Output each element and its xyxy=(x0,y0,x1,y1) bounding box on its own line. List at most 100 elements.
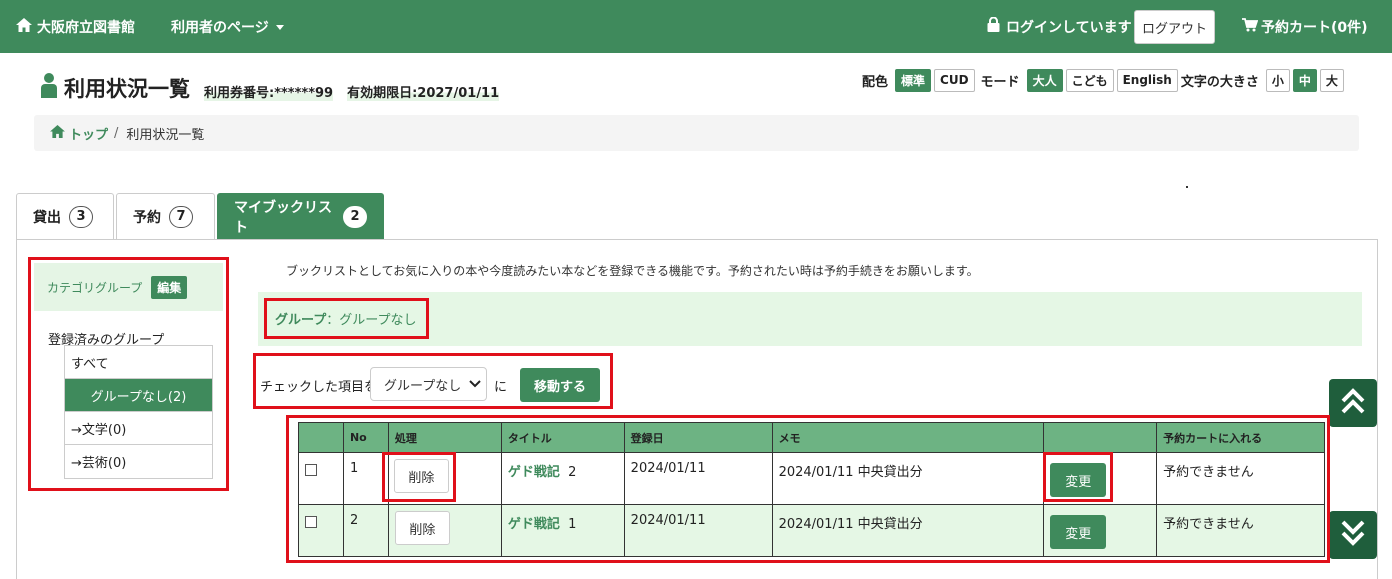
move-button[interactable]: 移動する xyxy=(520,368,600,402)
color-scheme-label: 配色 xyxy=(862,74,889,90)
row-date: 2024/01/11 xyxy=(623,452,773,505)
category-group-header: カテゴリグループ 編集 xyxy=(34,263,223,311)
row-checkbox-cell xyxy=(298,504,344,557)
brand-name: 大阪府立図書館 xyxy=(37,19,135,36)
mode-kids-button[interactable]: こども xyxy=(1065,68,1114,92)
login-status: ログインしています xyxy=(987,0,1132,53)
row-change-cell: 変更 xyxy=(1043,504,1158,557)
group-value: ：グループなし xyxy=(326,313,417,328)
book-title-link[interactable]: ゲド戦記 xyxy=(508,465,560,480)
tab-loans[interactable]: 貸出 3 xyxy=(16,193,114,239)
group-list: すべて グループなし(2) →文学(0) →芸術(0) xyxy=(64,345,213,479)
row-cart-status: 予約できません xyxy=(1156,452,1325,505)
double-chevron-down-icon xyxy=(1340,519,1366,551)
tab-reservations-label: 予約 xyxy=(133,209,161,226)
caret-down-icon xyxy=(275,25,284,30)
header-memo: メモ xyxy=(771,422,1045,453)
row-no: 2 xyxy=(342,504,389,557)
group-item-all[interactable]: すべて xyxy=(65,346,212,379)
color-standard-button[interactable]: 標準 xyxy=(895,68,932,92)
target-group-select[interactable]: グループなし xyxy=(370,367,487,401)
tab-reservations-count: 7 xyxy=(169,205,193,228)
book-volume: 1 xyxy=(568,517,577,532)
header-date: 登録日 xyxy=(623,422,773,453)
tab-reservations[interactable]: 予約 7 xyxy=(116,193,215,239)
header-cart: 予約カートに入れる xyxy=(1156,422,1325,453)
breadcrumb-home-link[interactable]: トップ xyxy=(50,124,108,143)
breadcrumb: トップ / 利用状況一覧 xyxy=(34,115,1359,151)
breadcrumb-current: 利用状況一覧 xyxy=(126,127,205,143)
home-icon xyxy=(16,17,37,36)
category-group-heading: カテゴリグループ xyxy=(47,280,143,295)
home-icon xyxy=(50,124,69,142)
group-item-none[interactable]: グループなし(2) xyxy=(65,379,212,412)
user-menu-label: 利用者のページ xyxy=(171,19,269,36)
row-title-cell: ゲド戦記 2 xyxy=(500,452,625,505)
chevron-down-icon xyxy=(461,377,481,392)
font-size-medium-button[interactable]: 中 xyxy=(1292,68,1317,92)
user-menu-dropdown[interactable]: 利用者のページ xyxy=(171,0,284,53)
header-checkbox xyxy=(298,422,344,453)
move-items-form: チェックした項目を グループなし に 移動する xyxy=(253,353,613,409)
tab-loans-count: 3 xyxy=(69,205,93,228)
current-group: グループ ：グループなし xyxy=(264,298,429,339)
row-cart-status: 予約できません xyxy=(1156,504,1325,557)
row-checkbox[interactable] xyxy=(305,464,317,476)
row-title-cell: ゲド戦記 1 xyxy=(500,504,625,557)
edit-group-button[interactable]: 編集 xyxy=(151,275,188,299)
group-item-art[interactable]: →芸術(0) xyxy=(65,445,212,478)
breadcrumb-home-label: トップ xyxy=(69,127,109,143)
page-header: 利用状況一覧 利用券番号:******99 有効期限日:2027/01/11 xyxy=(40,72,500,103)
header-title: タイトル xyxy=(500,422,625,453)
font-size-small-button[interactable]: 小 xyxy=(1265,68,1290,92)
row-memo: 2024/01/11 中央貸出分 xyxy=(771,452,1045,505)
color-cud-button[interactable]: CUD xyxy=(934,68,975,92)
book-volume: 2 xyxy=(568,465,577,480)
tab-my-booklist-count: 2 xyxy=(343,205,367,228)
cart-icon xyxy=(1242,17,1261,36)
login-status-text: ログインしています xyxy=(1006,19,1132,36)
scroll-to-bottom-button[interactable] xyxy=(1329,511,1377,559)
mode-adult-button[interactable]: 大人 xyxy=(1026,68,1063,92)
delete-button[interactable]: 削除 xyxy=(394,511,450,545)
top-navbar: 大阪府立図書館 利用者のページ ログインしています ログアウト 予約カート(0件… xyxy=(0,0,1392,53)
change-memo-button[interactable]: 変更 xyxy=(1050,515,1107,549)
stray-dot xyxy=(1186,186,1188,188)
mode-english-button[interactable]: English xyxy=(1116,68,1178,92)
row-checkbox[interactable] xyxy=(305,516,317,528)
change-button-highlight xyxy=(1043,452,1113,502)
font-size-large-button[interactable]: 大 xyxy=(1319,68,1344,92)
mode-label: モード xyxy=(980,74,1020,90)
row-date: 2024/01/11 xyxy=(623,504,773,557)
delete-button-highlight xyxy=(382,452,456,502)
tab-my-booklist[interactable]: マイブックリスト 2 xyxy=(217,193,384,239)
lock-icon xyxy=(987,16,1006,36)
group-item-literature[interactable]: →文学(0) xyxy=(65,412,212,445)
card-number: 利用券番号:******99 xyxy=(204,82,334,101)
tab-loans-label: 貸出 xyxy=(33,209,61,226)
row-checkbox-cell xyxy=(298,452,344,505)
breadcrumb-separator: / xyxy=(114,125,119,141)
category-group-sidebar: カテゴリグループ 編集 登録済みのグループ すべて グループなし(2) →文学(… xyxy=(28,257,229,491)
header-change xyxy=(1043,422,1158,453)
header-action: 処理 xyxy=(387,422,502,453)
expiry-date: 有効期限日:2027/01/11 xyxy=(347,82,500,101)
group-label: グループ xyxy=(275,313,327,328)
booklist-description: ブックリストとしてお気に入りの本や今度読みたい本などを登録できる機能です。予約さ… xyxy=(286,264,979,278)
table-row: 2 削除 ゲド戦記 1 2024/01/11 2024/01/11 中央貸出分 … xyxy=(298,504,1325,557)
header-no: No xyxy=(342,422,389,453)
tab-my-booklist-label: マイブックリスト xyxy=(234,199,332,236)
page-title: 利用状況一覧 xyxy=(64,77,190,101)
row-action-cell: 削除 xyxy=(387,504,502,557)
reservation-cart-link[interactable]: 予約カート(0件) xyxy=(1242,0,1368,53)
scroll-to-top-button[interactable] xyxy=(1329,379,1377,427)
book-title-link[interactable]: ゲド戦記 xyxy=(508,517,560,532)
move-items-label: チェックした項目を xyxy=(260,380,378,395)
display-settings: 配色 標準 CUD モード 大人 こども English 文字の大きさ 小 中 … xyxy=(862,68,1347,92)
move-particle: に xyxy=(494,380,508,395)
logout-button[interactable]: ログアウト xyxy=(1134,10,1215,44)
font-size-label: 文字の大きさ xyxy=(1180,74,1259,90)
user-icon xyxy=(40,72,64,103)
brand-link[interactable]: 大阪府立図書館 xyxy=(16,0,135,53)
table-header-row: No 処理 タイトル 登録日 メモ 予約カートに入れる xyxy=(298,422,1325,453)
